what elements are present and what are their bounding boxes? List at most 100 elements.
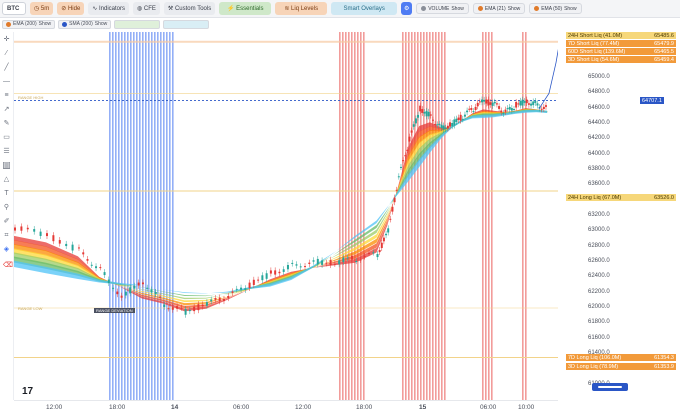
price-tick: 62000.0: [588, 304, 610, 310]
candle-body: [193, 306, 196, 312]
candle-body: [457, 117, 460, 120]
projection-line: [538, 48, 558, 109]
liq-level-name: 3D Long Liq (78.9M): [568, 363, 619, 370]
settings-button[interactable]: ⚙: [401, 2, 413, 15]
ema200-chip[interactable]: EMA (200) Show: [2, 19, 56, 29]
essentials-button[interactable]: ⚡ Essentials: [219, 2, 272, 15]
price-tick: 61800.0: [588, 319, 610, 326]
candle-body: [205, 302, 208, 306]
pen-icon[interactable]: ✐: [3, 218, 10, 225]
price-tick: 61600.0: [588, 334, 610, 341]
drawing-tools: ✛ ⁄ ╱ — ≡ ↗ ✎ ▭ ☰ ▤ △ T ⚲ ✐ ⌗ ◈ ⌫: [0, 32, 14, 400]
session-band-blue: [142, 32, 144, 400]
candle-body: [167, 308, 170, 310]
overlay-chip-green[interactable]: [114, 19, 161, 29]
candle-body: [261, 275, 264, 281]
candle-body: [120, 295, 123, 298]
custom-tools-label: Custom Tools: [174, 5, 212, 12]
ray-icon[interactable]: ╱: [3, 64, 10, 71]
ema21-chip[interactable]: EMA (21) Show: [472, 3, 526, 14]
fib-icon[interactable]: ⚲: [3, 204, 10, 211]
candle-body: [367, 253, 370, 255]
timeframe-button[interactable]: ◷ 5m: [30, 2, 54, 15]
short-liq-band: [14, 40, 558, 43]
session-band-blue: [109, 32, 111, 400]
candle-body: [363, 256, 366, 258]
measure-icon[interactable]: ▤: [3, 162, 10, 169]
candle-body: [278, 271, 281, 274]
candle-body: [434, 123, 437, 125]
candle-body: [146, 287, 149, 289]
volume-chip[interactable]: VOLUME Show: [416, 3, 469, 14]
candle-body: [308, 262, 311, 264]
candle-body: [449, 122, 452, 127]
candle-body: [82, 252, 85, 255]
candle-body: [410, 130, 413, 133]
crosshair-icon[interactable]: ✛: [3, 36, 10, 43]
liq-level-name: 3D Short Liq (54.6M): [568, 56, 620, 63]
time-tick: 06:00: [233, 404, 250, 411]
chart-canvas[interactable]: [14, 32, 558, 400]
text-icon[interactable]: T: [3, 190, 10, 197]
channel-icon[interactable]: ≡: [3, 92, 10, 99]
candle-body: [359, 259, 362, 261]
candle-body: [399, 166, 402, 168]
symbol-selector[interactable]: BTC: [2, 2, 26, 15]
candle-body: [184, 309, 187, 315]
ema50-chip[interactable]: EMA (50) Show: [529, 3, 582, 14]
candle-body: [387, 228, 390, 233]
liq-level-price: 65459.4: [654, 56, 674, 63]
candle-body: [39, 231, 42, 236]
cfe-button[interactable]: ◍ CFE: [133, 2, 160, 15]
price-chart[interactable]: [14, 32, 558, 400]
lines-icon[interactable]: ☰: [3, 148, 10, 155]
hide-label: Hide: [67, 5, 81, 12]
scroll-thumb[interactable]: [598, 386, 622, 388]
candle-body: [544, 105, 547, 107]
session-band-red: [525, 32, 527, 400]
liq-levels-button[interactable]: ≋ Liq Levels: [275, 2, 328, 15]
diamond-icon[interactable]: ◈: [3, 246, 10, 253]
session-band-blue: [127, 32, 129, 400]
symbol-label: BTC: [7, 5, 20, 12]
candle-body: [542, 106, 545, 109]
hide-button[interactable]: ⊘ Hide: [57, 2, 85, 15]
candle-body: [376, 253, 379, 258]
candle-body: [252, 279, 255, 285]
candle-body: [470, 108, 473, 110]
range-low-label: RANGE LOW: [18, 306, 43, 311]
price-scale[interactable]: [558, 32, 680, 400]
liq-level-name: 60D Short Liq (139.6M): [568, 48, 626, 55]
session-band-red: [491, 32, 493, 400]
time-tick: 12:00: [46, 404, 63, 411]
scroll-widget[interactable]: [592, 383, 628, 391]
candle-body: [188, 309, 191, 312]
trash-icon[interactable]: ⌫: [3, 262, 13, 269]
sma200-chip[interactable]: SMA (200) Show: [58, 19, 112, 29]
candle-body: [508, 106, 511, 110]
session-band-red: [426, 32, 428, 400]
time-tick: 15: [419, 404, 427, 411]
candle-body: [141, 282, 144, 285]
price-tick: 64000.0: [588, 150, 610, 157]
rectangle-icon[interactable]: ▭: [3, 134, 10, 141]
candle-body: [385, 233, 388, 236]
custom-tools-button[interactable]: ⚒ Custom Tools: [163, 2, 216, 15]
time-axis[interactable]: 12:00 18:00 14 06:00 12:00 18:00 15 06:00 10:00: [14, 400, 558, 414]
overlay-chip-cyan[interactable]: [163, 19, 210, 29]
session-band-red: [444, 32, 446, 400]
trend-line-icon[interactable]: ⁄: [3, 50, 10, 57]
ruler-icon[interactable]: ⌗: [3, 232, 10, 239]
triangle-icon[interactable]: △: [3, 176, 10, 183]
smart-overlays-button[interactable]: Smart Overlays: [331, 2, 398, 15]
indicators-button[interactable]: ∿ Indicators: [88, 2, 130, 15]
session-band-red: [405, 32, 407, 400]
horizontal-line-icon[interactable]: —: [3, 78, 10, 85]
candle-body: [65, 243, 68, 247]
session-band-red: [411, 32, 413, 400]
session-band-blue: [166, 32, 168, 400]
timeframe-label: 5m: [40, 5, 50, 12]
brush-icon[interactable]: ✎: [3, 120, 10, 127]
liq-level-price: 65465.5: [654, 48, 674, 55]
arrow-icon[interactable]: ↗: [3, 106, 10, 113]
